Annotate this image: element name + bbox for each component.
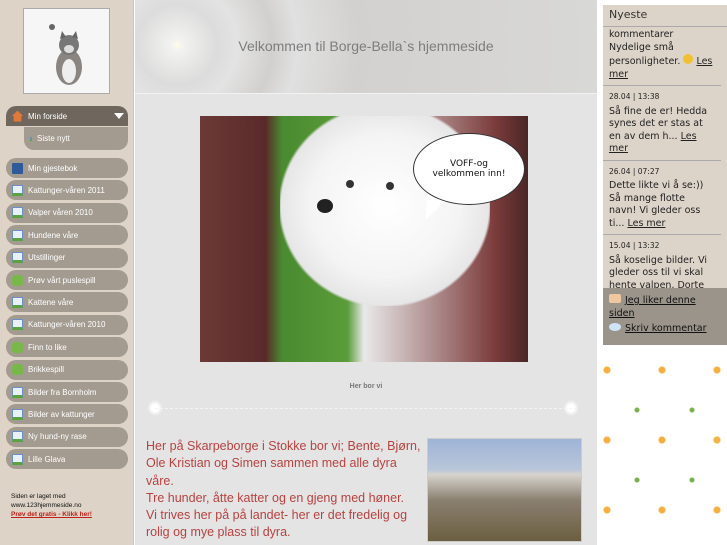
smiley-icon — [683, 54, 694, 64]
speech-bubble-icon — [609, 323, 621, 331]
page-icon — [30, 136, 32, 141]
dog-photo: VOFF-og velkommen inn! — [200, 116, 528, 362]
puzzle-icon — [12, 364, 23, 376]
comment-item: 28.04 | 13:38 Så fine de er! Hedda synes … — [603, 86, 721, 161]
comments-subtitle: kommentarer — [609, 29, 674, 40]
house-cat-photo — [427, 438, 582, 542]
comment-text: Så koselige bilder. Vi gleder oss til vi… — [609, 254, 708, 291]
sidebar-item-min-forside[interactable]: Min forside — [6, 106, 128, 126]
sidebar-item[interactable]: Kattunger-våren 2010 — [6, 314, 128, 335]
read-more-link[interactable]: Les mer — [627, 218, 665, 229]
sidebar-item[interactable]: Min gjestebok — [6, 158, 128, 178]
gallery-icon — [12, 386, 23, 398]
sidebar-item[interactable]: Utstillinger — [6, 247, 128, 268]
page-icon — [12, 252, 23, 264]
sidebar: Min forside Siste nytt Min gjestebok Katt… — [0, 0, 134, 545]
comment-text: Nydelige små personligheter. — [609, 41, 681, 68]
sidebar-item[interactable]: Bilder av kattunger — [6, 404, 128, 425]
sidebar-item[interactable]: Finn to like — [6, 337, 128, 358]
sidebar-item[interactable]: Brikkespill — [6, 359, 128, 380]
page-title: Velkommen til Borge-Bella`s hjemmeside — [238, 38, 494, 54]
sidebar-item[interactable]: Lille Glava — [6, 449, 128, 470]
sidebar-item[interactable]: Kattunger-våren 2011 — [6, 180, 128, 201]
page-icon — [12, 453, 23, 465]
page-icon — [12, 319, 23, 331]
comment-date: 15.04 | 13:32 — [609, 241, 660, 250]
comment-item: kommentarer Nydelige små personligheter. … — [603, 27, 721, 86]
logo-cat-image — [23, 8, 110, 94]
try-free-link[interactable]: Prøv det gratis - Klikk her! — [11, 510, 92, 519]
comment-date: 26.04 | 07:27 — [609, 166, 660, 176]
sidebar-item[interactable]: Valper våren 2010 — [6, 202, 128, 223]
page-icon — [12, 431, 23, 443]
comments-panel: Nyeste kommentarer Nydelige små personlig… — [603, 5, 727, 345]
page-icon — [12, 408, 23, 420]
header-banner: Velkommen til Borge-Bella`s hjemmeside — [135, 0, 597, 94]
thumbs-up-icon — [609, 294, 621, 303]
book-icon — [12, 162, 23, 174]
comments-title: Nyeste — [603, 5, 727, 27]
sidebar-item[interactable]: Hundene våre — [6, 225, 128, 246]
puzzle-icon — [12, 274, 23, 286]
divider — [155, 408, 577, 409]
sidebar-item[interactable]: Bilder fra Bornholm — [6, 382, 128, 402]
sidebar-item-siste-nytt[interactable]: Siste nytt — [24, 127, 128, 150]
home-icon — [12, 110, 23, 122]
made-with-badge[interactable]: Siden er laget med www.123hjemmeside.no … — [11, 492, 92, 519]
page-icon — [12, 296, 23, 308]
comment-item: 26.04 | 07:27 Dette likte vi å se:)) Så m… — [603, 161, 721, 235]
comment-date: 28.04 | 13:38 — [609, 92, 660, 101]
like-link[interactable]: Jeg liker denne siden — [609, 295, 696, 319]
like-box: Jeg liker denne siden Skriv kommentar — [603, 288, 727, 345]
page-icon — [12, 207, 23, 219]
intro-text: Her på Skarpeborge i Stokke bor vi; Bent… — [146, 439, 421, 540]
sidebar-item[interactable]: Kattene våre — [6, 292, 128, 313]
puzzle-icon — [12, 341, 23, 353]
sidebar-item[interactable]: Ny hund-ny rase — [6, 426, 128, 447]
main-content: Velkommen til Borge-Bella`s hjemmeside V… — [135, 0, 597, 545]
sidebar-item[interactable]: Prøv vårt puslespill — [6, 270, 128, 290]
photo-caption: Her bor vi — [349, 383, 383, 390]
speech-bubble: VOFF-og velkommen inn! — [413, 133, 525, 205]
write-comment-link[interactable]: Skriv kommentar — [625, 323, 707, 334]
page-icon — [12, 184, 23, 196]
page-icon — [12, 229, 23, 241]
chevron-down-icon[interactable] — [114, 113, 124, 119]
